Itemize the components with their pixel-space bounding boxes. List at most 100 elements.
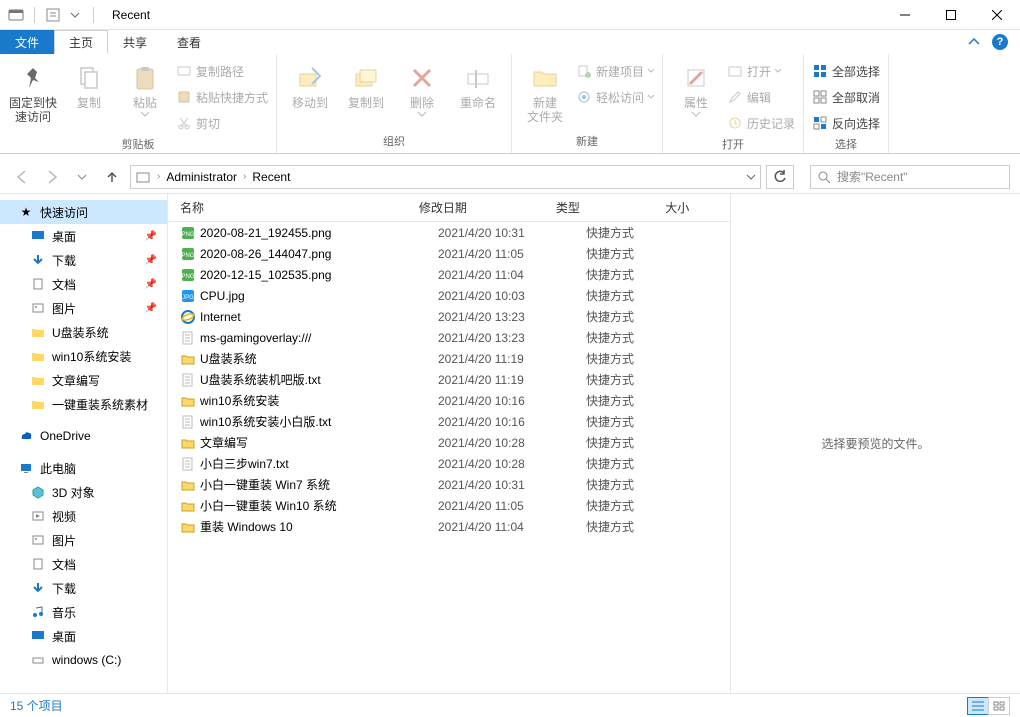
tree-pictures[interactable]: 图片📌 bbox=[0, 296, 167, 320]
copy-path-button[interactable]: 复制路径 bbox=[176, 60, 268, 82]
collapse-ribbon-icon[interactable] bbox=[968, 36, 980, 48]
tree-3d[interactable]: 3D 对象 bbox=[0, 480, 167, 504]
file-row[interactable]: ms-gamingoverlay:///2021/4/20 13:23快捷方式 bbox=[168, 327, 730, 348]
view-large-icons-button[interactable] bbox=[988, 697, 1010, 715]
copy-to-button[interactable]: 复制到 bbox=[341, 58, 391, 110]
invert-selection-button[interactable]: 反向选择 bbox=[812, 112, 880, 134]
tree-windows-c[interactable]: windows (C:) bbox=[0, 648, 167, 672]
file-row[interactable]: win10系统安装2021/4/20 10:16快捷方式 bbox=[168, 390, 730, 411]
file-icon bbox=[180, 435, 200, 451]
tree-article[interactable]: 文章编写 bbox=[0, 368, 167, 392]
file-icon bbox=[180, 498, 200, 514]
tree-desktop[interactable]: 桌面📌 bbox=[0, 224, 167, 248]
file-name: 小白三步win7.txt bbox=[200, 455, 438, 472]
tab-home[interactable]: 主页 bbox=[54, 30, 108, 54]
address-bar[interactable]: › Administrator › Recent bbox=[130, 165, 761, 189]
delete-button[interactable]: 删除 bbox=[397, 58, 447, 117]
nav-back-button[interactable] bbox=[10, 165, 34, 189]
open-button[interactable]: 打开 bbox=[727, 60, 795, 82]
file-row[interactable]: 小白一键重装 Win7 系统2021/4/20 10:31快捷方式 bbox=[168, 474, 730, 495]
paste-shortcut-button[interactable]: 粘贴快捷方式 bbox=[176, 86, 268, 108]
tree-usb-install[interactable]: U盘装系统 bbox=[0, 320, 167, 344]
file-type: 快捷方式 bbox=[586, 413, 704, 430]
file-row[interactable]: 重装 Windows 102021/4/20 11:04快捷方式 bbox=[168, 516, 730, 537]
tab-file[interactable]: 文件 bbox=[0, 30, 54, 54]
close-button[interactable] bbox=[974, 0, 1020, 30]
file-row[interactable]: 文章编写2021/4/20 10:28快捷方式 bbox=[168, 432, 730, 453]
col-date[interactable]: 修改日期 bbox=[419, 199, 556, 216]
new-item-icon bbox=[576, 63, 592, 79]
pin-to-quick-access-button[interactable]: 固定到快 速访问 bbox=[8, 58, 58, 124]
group-label-select: 选择 bbox=[812, 134, 880, 156]
file-date: 2021/4/20 10:28 bbox=[438, 457, 586, 471]
nav-tree[interactable]: ★快速访问 桌面📌 下载📌 文档📌 图片📌 U盘装系统 win10系统安装 文章… bbox=[0, 194, 168, 693]
tree-pictures-2[interactable]: 图片 bbox=[0, 528, 167, 552]
documents-icon bbox=[30, 556, 46, 572]
tree-onedrive[interactable]: OneDrive bbox=[0, 424, 167, 448]
file-row[interactable]: PNG2020-08-21_192455.png2021/4/20 10:31快… bbox=[168, 222, 730, 243]
select-all-button[interactable]: 全部选择 bbox=[812, 60, 880, 82]
tree-desktop-2[interactable]: 桌面 bbox=[0, 624, 167, 648]
ribbon-tabs: 文件 主页 共享 查看 ? bbox=[0, 30, 1020, 54]
file-row[interactable]: PNG2020-12-15_102535.png2021/4/20 11:04快… bbox=[168, 264, 730, 285]
tree-one-key[interactable]: 一键重装系统素材 bbox=[0, 392, 167, 416]
tree-documents-2[interactable]: 文档 bbox=[0, 552, 167, 576]
file-row[interactable]: JPGCPU.jpg2021/4/20 10:03快捷方式 bbox=[168, 285, 730, 306]
tree-this-pc[interactable]: 此电脑 bbox=[0, 456, 167, 480]
properties-button[interactable]: 属性 bbox=[671, 58, 721, 117]
search-box[interactable]: 搜索"Recent" bbox=[810, 165, 1010, 189]
edit-button[interactable]: 编辑 bbox=[727, 86, 795, 108]
history-button[interactable]: 历史记录 bbox=[727, 112, 795, 134]
tree-downloads-2[interactable]: 下载 bbox=[0, 576, 167, 600]
tree-documents[interactable]: 文档📌 bbox=[0, 272, 167, 296]
file-row[interactable]: U盘装系统2021/4/20 11:19快捷方式 bbox=[168, 348, 730, 369]
file-row[interactable]: Internet2021/4/20 13:23快捷方式 bbox=[168, 306, 730, 327]
qat-dropdown-icon[interactable] bbox=[67, 7, 83, 23]
copy-button[interactable]: 复制 bbox=[64, 58, 114, 110]
tree-videos[interactable]: 视频 bbox=[0, 504, 167, 528]
move-to-button[interactable]: 移动到 bbox=[285, 58, 335, 110]
file-row[interactable]: PNG2020-08-26_144047.png2021/4/20 11:05快… bbox=[168, 243, 730, 264]
nav-recent-dropdown[interactable] bbox=[70, 165, 94, 189]
col-size[interactable]: 大小 bbox=[665, 199, 730, 216]
tree-downloads[interactable]: 下载📌 bbox=[0, 248, 167, 272]
tab-share[interactable]: 共享 bbox=[108, 30, 162, 54]
file-name: win10系统安装小白版.txt bbox=[200, 413, 438, 430]
file-list[interactable]: PNG2020-08-21_192455.png2021/4/20 10:31快… bbox=[168, 222, 730, 693]
properties-icon bbox=[680, 62, 712, 94]
rename-button[interactable]: 重命名 bbox=[453, 58, 503, 110]
col-type[interactable]: 类型 bbox=[556, 199, 665, 216]
col-name[interactable]: 名称 bbox=[180, 199, 419, 216]
view-details-button[interactable] bbox=[967, 697, 989, 715]
file-icon bbox=[180, 372, 200, 388]
file-row[interactable]: 小白一键重装 Win10 系统2021/4/20 11:05快捷方式 bbox=[168, 495, 730, 516]
columns-header[interactable]: 名称 修改日期 类型 大小 bbox=[168, 194, 730, 222]
file-type: 快捷方式 bbox=[586, 308, 704, 325]
file-row[interactable]: 小白三步win7.txt2021/4/20 10:28快捷方式 bbox=[168, 453, 730, 474]
nav-up-button[interactable] bbox=[100, 165, 124, 189]
select-none-button[interactable]: 全部取消 bbox=[812, 86, 880, 108]
breadcrumb-seg-1[interactable]: Administrator bbox=[166, 170, 237, 184]
group-label-clipboard: 剪贴板 bbox=[8, 134, 268, 156]
breadcrumb-seg-2[interactable]: Recent bbox=[252, 170, 290, 184]
tree-win10-install[interactable]: win10系统安装 bbox=[0, 344, 167, 368]
search-icon bbox=[817, 170, 831, 184]
file-row[interactable]: U盘装系统装机吧版.txt2021/4/20 11:19快捷方式 bbox=[168, 369, 730, 390]
new-item-button[interactable]: 新建项目 bbox=[576, 60, 654, 82]
easy-access-button[interactable]: 轻松访问 bbox=[576, 86, 654, 108]
tree-quick-access[interactable]: ★快速访问 bbox=[0, 200, 167, 224]
maximize-button[interactable] bbox=[928, 0, 974, 30]
new-folder-button[interactable]: 新建 文件夹 bbox=[520, 58, 570, 124]
tab-view[interactable]: 查看 bbox=[162, 30, 216, 54]
file-row[interactable]: win10系统安装小白版.txt2021/4/20 10:16快捷方式 bbox=[168, 411, 730, 432]
tree-music[interactable]: 音乐 bbox=[0, 600, 167, 624]
refresh-button[interactable] bbox=[766, 165, 794, 189]
nav-forward-button[interactable] bbox=[40, 165, 64, 189]
address-dropdown-icon[interactable] bbox=[746, 172, 756, 182]
qat-properties-icon[interactable] bbox=[45, 7, 61, 23]
paste-button[interactable]: 粘贴 bbox=[120, 58, 170, 117]
minimize-button[interactable] bbox=[882, 0, 928, 30]
cut-button[interactable]: 剪切 bbox=[176, 112, 268, 134]
help-icon[interactable]: ? bbox=[992, 34, 1008, 50]
file-date: 2021/4/20 10:03 bbox=[438, 289, 586, 303]
